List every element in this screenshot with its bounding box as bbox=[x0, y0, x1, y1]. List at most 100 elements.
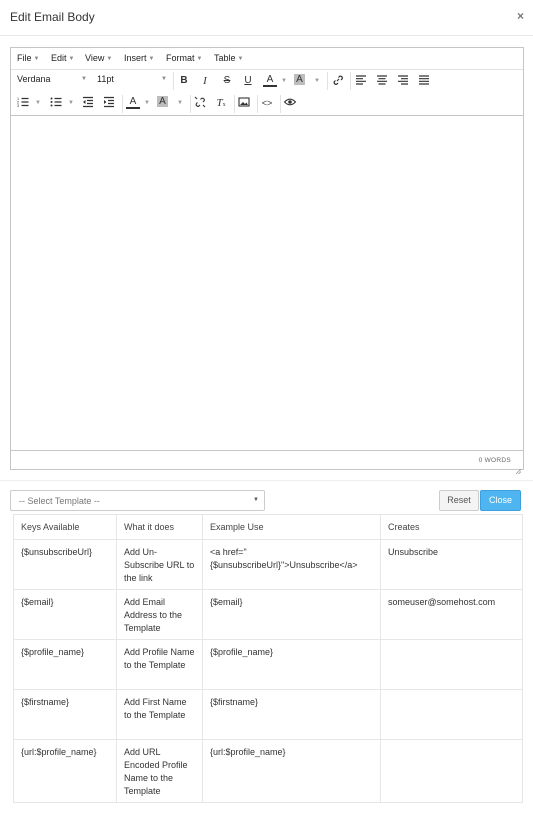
table-cell: {$firstname} bbox=[202, 689, 381, 740]
table-cell: {$profile_name} bbox=[202, 639, 381, 690]
template-select-placeholder: -- Select Template -- bbox=[19, 496, 100, 506]
svg-text:3: 3 bbox=[17, 104, 19, 108]
table-header-row: Keys Available What it does Example Use … bbox=[13, 514, 523, 540]
bullet-list-icon[interactable] bbox=[49, 96, 63, 110]
resize-handle-icon[interactable] bbox=[515, 461, 522, 475]
chevron-down-icon: ▼ bbox=[237, 56, 244, 62]
indent-icon[interactable] bbox=[102, 96, 116, 110]
section-divider bbox=[0, 480, 533, 481]
editor-menubar: File ▼ Edit ▼ View ▼ Insert ▼ Format ▼ Table ▼ bbox=[11, 48, 523, 70]
align-right-icon[interactable] bbox=[396, 74, 410, 88]
table-cell: Add Email Address to the Template bbox=[116, 589, 203, 640]
column-header: What it does bbox=[116, 514, 203, 540]
toolbar-divider bbox=[350, 72, 351, 90]
text-color-chevron-icon[interactable]: ▼ bbox=[144, 100, 150, 106]
column-header: Example Use bbox=[202, 514, 381, 540]
background-color-chevron-icon[interactable]: ▼ bbox=[177, 100, 183, 106]
font-family-select[interactable]: Verdana ▼ bbox=[17, 74, 93, 84]
chevron-down-icon: ▼ bbox=[81, 76, 87, 82]
text-color-button[interactable]: A bbox=[263, 74, 277, 87]
table-cell bbox=[380, 639, 523, 690]
source-code-icon[interactable]: <> bbox=[260, 96, 274, 110]
keys-table: Keys Available What it does Example Use … bbox=[13, 514, 523, 803]
menu-file[interactable]: File ▼ bbox=[17, 53, 39, 63]
background-color-button[interactable]: A bbox=[294, 74, 305, 85]
menu-table[interactable]: Table ▼ bbox=[214, 53, 243, 63]
table-row: {url:$profile_name} Add URL Encoded Prof… bbox=[13, 739, 523, 803]
unlink-icon[interactable] bbox=[193, 96, 207, 110]
column-header: Keys Available bbox=[13, 514, 117, 540]
chevron-down-icon: ▼ bbox=[253, 497, 259, 503]
outdent-icon[interactable] bbox=[81, 96, 95, 110]
menu-edit-label: Edit bbox=[51, 53, 67, 63]
menu-format-label: Format bbox=[166, 53, 195, 63]
editor-content-area[interactable] bbox=[11, 116, 523, 450]
align-justify-icon[interactable] bbox=[417, 74, 431, 88]
table-row: {$profile_name} Add Profile Name to the … bbox=[13, 639, 523, 690]
align-left-icon[interactable] bbox=[354, 74, 368, 88]
chevron-down-icon: ▼ bbox=[148, 56, 155, 62]
table-cell: Add Profile Name to the Template bbox=[116, 639, 203, 690]
menu-format[interactable]: Format ▼ bbox=[166, 53, 202, 63]
menu-file-label: File bbox=[17, 53, 32, 63]
menu-view[interactable]: View ▼ bbox=[85, 53, 112, 63]
table-cell: {url:$profile_name} bbox=[13, 739, 117, 803]
close-button[interactable]: Close bbox=[480, 490, 521, 511]
toolbar-divider bbox=[234, 95, 235, 113]
table-cell: Add First Name to the Template bbox=[116, 689, 203, 740]
table-cell: someuser@somehost.com bbox=[380, 589, 523, 640]
table-row: {$unsubscribeUrl} Add Un-Subscribe URL t… bbox=[13, 539, 523, 590]
toolbar-divider bbox=[190, 95, 191, 113]
toolbar-divider bbox=[280, 95, 281, 113]
strikethrough-button[interactable]: S bbox=[220, 74, 234, 88]
link-icon[interactable] bbox=[331, 74, 345, 88]
toolbar-divider bbox=[122, 95, 123, 113]
font-size-value: 11pt bbox=[97, 74, 114, 84]
menu-insert[interactable]: Insert ▼ bbox=[124, 53, 154, 63]
table-cell: {$firstname} bbox=[13, 689, 117, 740]
table-cell: {$profile_name} bbox=[13, 639, 117, 690]
font-size-select[interactable]: 11pt ▼ bbox=[97, 74, 167, 84]
menu-table-label: Table bbox=[214, 53, 236, 63]
table-cell: Add Un-Subscribe URL to the link bbox=[116, 539, 203, 590]
italic-button[interactable]: I bbox=[198, 74, 212, 88]
numbered-list-icon[interactable]: 123 bbox=[16, 96, 30, 110]
reset-button[interactable]: Reset bbox=[439, 490, 479, 511]
bold-button[interactable]: B bbox=[177, 74, 191, 88]
numbered-list-chevron-icon[interactable]: ▼ bbox=[35, 100, 41, 106]
close-icon[interactable]: × bbox=[517, 9, 524, 23]
chevron-down-icon: ▼ bbox=[33, 56, 40, 62]
align-center-icon[interactable] bbox=[375, 74, 389, 88]
word-count: 0 WORDS bbox=[478, 457, 511, 464]
clear-formatting-icon[interactable]: Tx bbox=[214, 96, 228, 110]
table-cell: {$email} bbox=[13, 589, 117, 640]
table-cell: {url:$profile_name} bbox=[202, 739, 381, 803]
modal-title: Edit Email Body bbox=[10, 10, 95, 24]
table-row: {$firstname} Add First Name to the Templ… bbox=[13, 689, 523, 740]
table-row: {$email} Add Email Address to the Templa… bbox=[13, 589, 523, 640]
table-cell bbox=[380, 689, 523, 740]
rich-text-editor: File ▼ Edit ▼ View ▼ Insert ▼ Format ▼ Table ▼… bbox=[10, 47, 524, 475]
chevron-down-icon: ▼ bbox=[68, 56, 75, 62]
background-color-chevron-icon[interactable]: ▼ bbox=[314, 78, 320, 84]
editor-toolbar-row-1: Verdana ▼ 11pt ▼ B I S U A ▼ A ▼ bbox=[11, 70, 523, 92]
underline-button[interactable]: U bbox=[241, 74, 255, 88]
font-family-value: Verdana bbox=[17, 74, 51, 84]
image-icon[interactable] bbox=[237, 96, 251, 110]
text-color-button-2[interactable]: A bbox=[126, 96, 140, 109]
modal-header: Edit Email Body × bbox=[0, 0, 533, 36]
table-cell: Unsubscribe bbox=[380, 539, 523, 590]
template-select[interactable]: -- Select Template -- ▼ bbox=[10, 490, 265, 511]
menu-edit[interactable]: Edit ▼ bbox=[51, 53, 74, 63]
chevron-down-icon: ▼ bbox=[106, 56, 113, 62]
preview-eye-icon[interactable] bbox=[283, 96, 297, 110]
table-cell: {$unsubscribeUrl} bbox=[13, 539, 117, 590]
table-cell: <a href=" {$unsubscribeUrl}">Unsubscribe… bbox=[202, 539, 381, 590]
chevron-down-icon: ▼ bbox=[161, 76, 167, 82]
background-color-button-2[interactable]: A bbox=[157, 96, 168, 107]
text-color-chevron-icon[interactable]: ▼ bbox=[281, 78, 287, 84]
bullet-list-chevron-icon[interactable]: ▼ bbox=[68, 100, 74, 106]
column-header: Creates bbox=[380, 514, 523, 540]
table-cell bbox=[380, 739, 523, 803]
menu-insert-label: Insert bbox=[124, 53, 147, 63]
